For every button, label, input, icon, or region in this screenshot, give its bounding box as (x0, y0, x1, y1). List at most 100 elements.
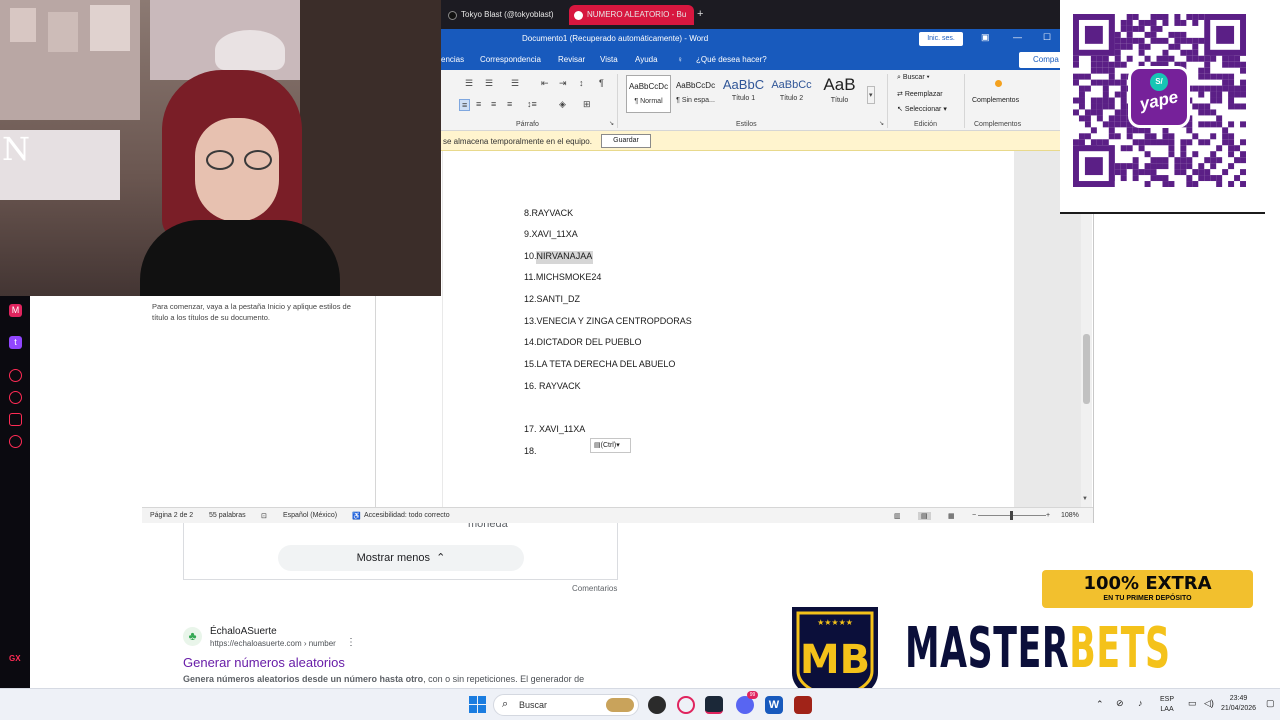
tab-revisar[interactable]: Revisar (558, 55, 585, 64)
scrollbar-thumb[interactable] (1083, 334, 1090, 404)
find-button[interactable]: ⌕ Buscar ▾ (897, 74, 930, 82)
style-normal[interactable]: AaBbCcDc ¶ Normal (626, 75, 671, 113)
select-button[interactable]: ↖ Seleccionar ▾ (897, 105, 947, 113)
web-layout-icon[interactable]: ▦ (948, 512, 955, 520)
zoom-in-icon[interactable]: + (1046, 512, 1050, 519)
show-hidden-icon[interactable]: ⌃ (1096, 699, 1104, 710)
document-line[interactable]: 16. RAYVACK (524, 381, 581, 391)
status-bar: Página 2 de 2 55 palabras ⊡ Español (Méx… (142, 507, 1093, 523)
pilcrow-icon[interactable]: ¶ (599, 78, 604, 88)
line-spacing-icon[interactable]: ↕≡ (527, 99, 537, 109)
network-icon[interactable]: ⊘ (1116, 698, 1124, 709)
styles-group-label: Estilos (736, 121, 757, 128)
result-title-link[interactable]: Generar números aleatorios (183, 655, 345, 670)
paste-options-button[interactable]: ▤(Ctrl)▾ (590, 438, 631, 453)
tell-me-search[interactable]: ¿Qué desea hacer? (696, 55, 767, 64)
tab-tokyo-blast[interactable]: Tokyo Blast (@tokyoblast) (443, 5, 568, 25)
save-button[interactable]: Guardar (601, 134, 651, 148)
document-line[interactable]: 18. (524, 446, 537, 456)
zoom-slider-thumb[interactable] (1010, 511, 1013, 520)
document-line[interactable]: 14.DICTADOR DEL PUEBLO (524, 337, 642, 347)
notifications-icon[interactable]: ▢ (1266, 698, 1275, 709)
style-no-spacing[interactable]: AaBbCcDc ¶ Sin espa... (673, 75, 718, 113)
addins-button[interactable]: Complementos (972, 97, 1019, 104)
tab-referencias[interactable]: encias (441, 55, 464, 64)
clock[interactable]: 23:49 21/04/2026 (1221, 694, 1256, 714)
replace-button[interactable]: ⇄ Reemplazar (897, 90, 943, 98)
volume-icon[interactable]: ◁) (1204, 698, 1214, 709)
ribbon-display-icon[interactable]: ▣ (981, 32, 990, 43)
decrease-indent-icon[interactable]: ⇤ (541, 78, 549, 89)
proofing-icon[interactable]: ⊡ (261, 512, 267, 520)
style-heading-1[interactable]: AaBbC Título 1 (721, 75, 766, 113)
player-icon[interactable] (9, 369, 22, 382)
document-line[interactable]: 8.RAYVACK (524, 208, 573, 218)
show-less-button[interactable]: Mostrar menos ⌃ (278, 545, 524, 571)
tab-correspondencia[interactable]: Correspondencia (480, 55, 541, 64)
webcam-overlay: N (0, 0, 441, 296)
word-icon[interactable]: W (765, 696, 783, 714)
new-tab-button[interactable]: + (697, 8, 703, 20)
history-icon[interactable] (9, 391, 22, 404)
signin-button[interactable]: Inic. ses. (919, 32, 963, 46)
document-line[interactable]: 9.XAVI_11XA (524, 229, 578, 239)
promo-subline: EN TU PRIMER DEPÓSITO (1103, 595, 1192, 602)
print-layout-icon[interactable]: ▤ (918, 512, 931, 520)
styles-launcher-icon[interactable]: ↘ (879, 120, 884, 127)
paragraph-launcher-icon[interactable]: ↘ (609, 120, 614, 127)
opera-gx-icon[interactable] (677, 696, 695, 714)
accessibility-status[interactable]: Accesibilidad: todo correcto (364, 512, 450, 519)
style-heading-2[interactable]: AaBbCc Título 2 (769, 75, 814, 113)
align-left-icon[interactable]: ≡ (459, 99, 471, 111)
gx-messenger-icon[interactable]: M (9, 304, 22, 317)
scroll-down-icon[interactable]: ▼ (1082, 496, 1088, 502)
more-options-icon[interactable]: ⋮ (346, 637, 356, 648)
bullets-icon[interactable]: ☰ (465, 78, 473, 89)
result-site-name[interactable]: ÉchaloASuerte (210, 626, 277, 637)
increase-indent-icon[interactable]: ⇥ (559, 78, 567, 89)
styles-more-icon[interactable]: ▾ (867, 86, 875, 104)
document-line[interactable]: 11.MICHSMOKE24 (524, 272, 601, 282)
style-title[interactable]: AaB Título (817, 75, 862, 113)
document-line[interactable]: 15.LA TETA DERECHA DEL ABUELO (524, 359, 675, 369)
dota-icon[interactable] (794, 696, 812, 714)
language-indicator[interactable]: ESP LAA (1160, 695, 1174, 715)
align-right-icon[interactable]: ≡ (491, 99, 496, 109)
maximize-button[interactable]: ☐ (1043, 32, 1051, 43)
settings-icon[interactable] (9, 435, 22, 448)
display-icon[interactable]: ▭ (1188, 698, 1197, 709)
taskbar-search[interactable]: ⌕ Buscar (493, 694, 639, 716)
result-url[interactable]: https://echaloasuerte.com › number (210, 639, 336, 648)
tab-numero-aleatorio[interactable]: NUMERO ALEATORIO - Bu (569, 5, 694, 25)
read-mode-icon[interactable]: ▥ (894, 512, 901, 520)
multilevel-list-icon[interactable]: ☰ (511, 78, 519, 89)
autorecover-infobar: se almacena temporalmente en el equipo. … (441, 131, 1060, 151)
app-icon[interactable] (648, 696, 666, 714)
steam-icon[interactable] (705, 696, 723, 714)
justify-icon[interactable]: ≡ (507, 99, 512, 109)
align-center-icon[interactable]: ≡ (476, 99, 481, 109)
document-line[interactable]: 12.SANTI_DZ (524, 294, 580, 304)
windows-start-icon[interactable] (469, 696, 486, 713)
extensions-icon[interactable] (9, 413, 22, 426)
tab-ayuda[interactable]: Ayuda (635, 55, 658, 64)
document-title: Documento1 (Recuperado automáticamente) … (522, 34, 709, 43)
zoom-out-icon[interactable]: − (972, 512, 976, 519)
document-line[interactable]: 10.NIRVANAJAA (524, 251, 592, 261)
taskbar: ⌕ Buscar 99 W ⌃ ⊘ ♪ ESP LAA ▭ ◁) 23:49 2… (0, 688, 1280, 720)
twitch-icon[interactable]: t (9, 336, 22, 349)
minimize-button[interactable]: — (1013, 32, 1022, 42)
microphone-icon[interactable]: ♪ (1138, 698, 1143, 708)
word-count[interactable]: 55 palabras (209, 512, 246, 519)
zoom-level[interactable]: 108% (1061, 512, 1079, 519)
borders-icon[interactable]: ⊞ (583, 99, 591, 110)
comments-link[interactable]: Comentarios (572, 584, 617, 593)
language-indicator[interactable]: Español (México) (283, 512, 337, 519)
shading-icon[interactable]: ◈ (559, 99, 566, 110)
numbering-icon[interactable]: ☰ (485, 78, 493, 89)
document-line[interactable]: 13.VENECIA Y ZINGA CENTROPDORAS (524, 316, 692, 326)
page-count[interactable]: Página 2 de 2 (150, 512, 193, 519)
tab-vista[interactable]: Vista (600, 55, 618, 64)
sort-icon[interactable]: ↕ (579, 78, 584, 88)
document-line[interactable]: 17. XAVI_11XA (524, 424, 585, 434)
